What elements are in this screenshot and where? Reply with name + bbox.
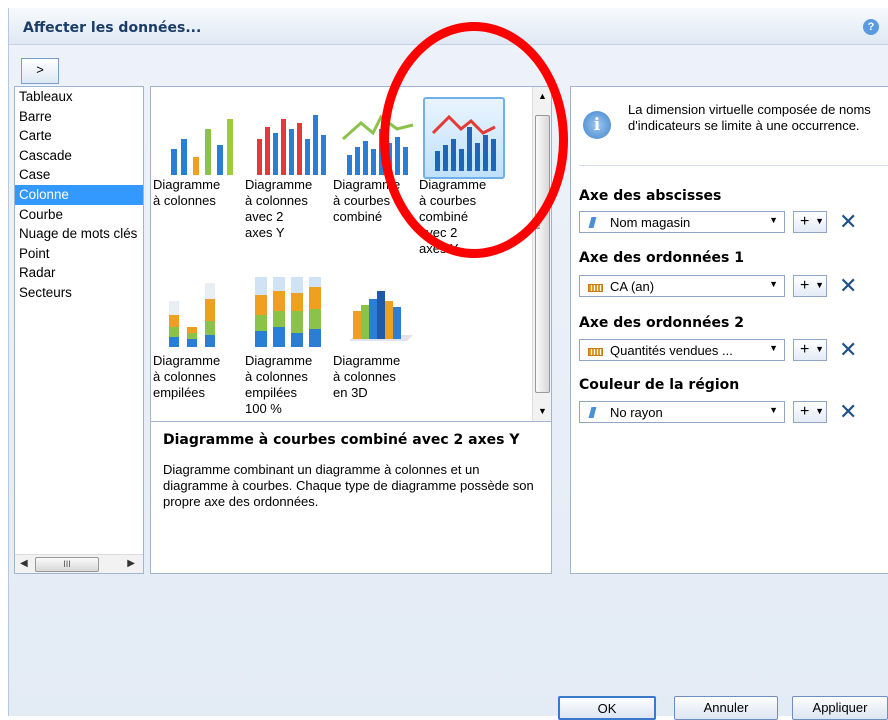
dimension-icon [588, 217, 597, 228]
axis-label-y1: Axe des ordonnées 1 [579, 250, 744, 266]
chart-type-item-barre[interactable]: Barre [15, 107, 143, 127]
axis-y1-dropdown[interactable]: CA (an) ▼ [579, 275, 785, 297]
chart-type-item-radar[interactable]: Radar [15, 263, 143, 283]
chevron-down-icon: ▼ [815, 280, 824, 290]
remove-icon[interactable]: ✕ [839, 339, 857, 361]
horizontal-scrollbar[interactable]: ◀ III ▶ [15, 554, 143, 573]
chart-type-item-case[interactable]: Case [15, 165, 143, 185]
axis-x-value: Nom magasin [610, 215, 691, 230]
remove-icon[interactable]: ✕ [839, 401, 857, 423]
remove-icon[interactable]: ✕ [839, 211, 857, 233]
help-icon[interactable]: ? [863, 19, 879, 35]
chart-type-item-courbe[interactable]: Courbe [15, 205, 143, 225]
chart-label-combined-2-axes: Diagramme à courbes combiné avec 2 axes … [419, 177, 487, 256]
chart-type-item-colonne[interactable]: Colonne [15, 184, 143, 205]
chart-label-bar: Diagramme à colonnes [153, 177, 221, 208]
region-color-dropdown[interactable]: No rayon ▼ [579, 401, 785, 423]
chevron-down-icon: ▼ [815, 216, 824, 226]
add-object-button[interactable]: + ▼ [793, 401, 827, 423]
feed-panel: i La dimension virtuelle composée de nom… [570, 86, 888, 574]
divider [579, 165, 888, 166]
scroll-right-icon[interactable]: ▶ [127, 558, 135, 569]
bar-chart-icon[interactable] [159, 99, 241, 181]
stacked-100-bar-chart-icon[interactable] [249, 271, 331, 353]
axis-y2-value: Quantités vendues ... [610, 343, 733, 358]
chart-description-panel: Diagramme à courbes combiné avec 2 axes … [150, 421, 552, 574]
axis-label-y2: Axe des ordonnées 2 [579, 315, 744, 331]
axis-x-dropdown[interactable]: Nom magasin ▼ [579, 211, 785, 233]
scroll-thumb[interactable]: III [35, 557, 99, 572]
chevron-down-icon: ▼ [769, 343, 778, 353]
scroll-down-icon[interactable]: ▼ [538, 406, 547, 416]
description-title: Diagramme à courbes combiné avec 2 axes … [163, 432, 520, 448]
chart-type-item-tableaux[interactable]: Tableaux [15, 87, 143, 107]
scroll-up-icon[interactable]: ▲ [538, 91, 547, 101]
chevron-down-icon: ▼ [769, 405, 778, 415]
vertical-scrollbar[interactable]: ▲ ≡ ▼ [532, 87, 551, 421]
chart-label-dual-axis-bar: Diagramme à colonnes avec 2 axes Y [245, 177, 313, 240]
measure-icon [588, 284, 603, 292]
stacked-bar-chart-icon[interactable] [159, 271, 241, 353]
combined-line-bar-2axis-chart-icon[interactable] [423, 97, 505, 179]
axis-label-x: Axe des abscisses [579, 188, 722, 204]
chart-gallery: Diagramme à colonnes Diagramme à colonne… [150, 86, 552, 422]
chart-label-stacked: Diagramme à colonnes empilées [153, 353, 221, 400]
dual-axis-bar-chart-icon[interactable] [249, 99, 331, 181]
3d-bar-chart-icon[interactable] [337, 271, 419, 353]
remove-icon[interactable]: ✕ [839, 275, 857, 297]
chevron-down-icon: ▼ [815, 344, 824, 354]
expand-button[interactable]: > [21, 58, 59, 84]
chart-label-combined: Diagramme à courbes combiné [333, 177, 401, 224]
chevron-down-icon: ▼ [815, 406, 824, 416]
apply-button[interactable]: Appliquer [792, 696, 888, 720]
add-object-button[interactable]: + ▼ [793, 339, 827, 361]
chart-label-stacked-100: Diagramme à colonnes empilées 100 % [245, 353, 313, 416]
info-text: La dimension virtuelle composée de noms … [628, 102, 871, 133]
chart-type-item-carte[interactable]: Carte [15, 126, 143, 146]
scroll-thumb[interactable] [535, 115, 550, 393]
chart-type-item-point[interactable]: Point [15, 244, 143, 264]
measure-icon [588, 348, 603, 356]
axis-y2-dropdown[interactable]: Quantités vendues ... ▼ [579, 339, 785, 361]
plus-icon: + [800, 213, 810, 230]
region-color-value: No rayon [610, 405, 663, 420]
chart-label-3d: Diagramme à colonnes en 3D [333, 353, 401, 400]
dialog-title-bar: Affecter les données... ? [9, 8, 888, 45]
chevron-down-icon: ▼ [769, 215, 778, 225]
add-object-button[interactable]: + ▼ [793, 211, 827, 233]
dialog-title: Affecter les données... [23, 20, 202, 36]
plus-icon: + [800, 403, 810, 420]
ok-button[interactable]: OK [558, 696, 656, 720]
chart-type-list: Tableaux Barre Carte Cascade Case Colonn… [14, 86, 144, 574]
chart-type-item-cascade[interactable]: Cascade [15, 146, 143, 166]
combined-line-bar-chart-icon[interactable] [337, 99, 419, 181]
axis-label-region-color: Couleur de la région [579, 377, 740, 393]
cancel-button[interactable]: Annuler [674, 696, 778, 720]
chart-type-item-secteurs[interactable]: Secteurs [15, 283, 143, 303]
scroll-left-icon[interactable]: ◀ [20, 558, 28, 569]
plus-icon: + [800, 277, 810, 294]
dimension-icon [588, 407, 597, 418]
add-object-button[interactable]: + ▼ [793, 275, 827, 297]
info-icon: i [583, 111, 611, 139]
chart-type-item-nuage[interactable]: Nuage de mots clés [15, 224, 143, 244]
axis-y1-value: CA (an) [610, 279, 655, 294]
chevron-down-icon: ▼ [769, 279, 778, 289]
scroll-grip-icon: ≡ [535, 222, 541, 232]
description-text: Diagramme combinant un diagramme à colon… [163, 462, 534, 509]
plus-icon: + [800, 341, 810, 358]
